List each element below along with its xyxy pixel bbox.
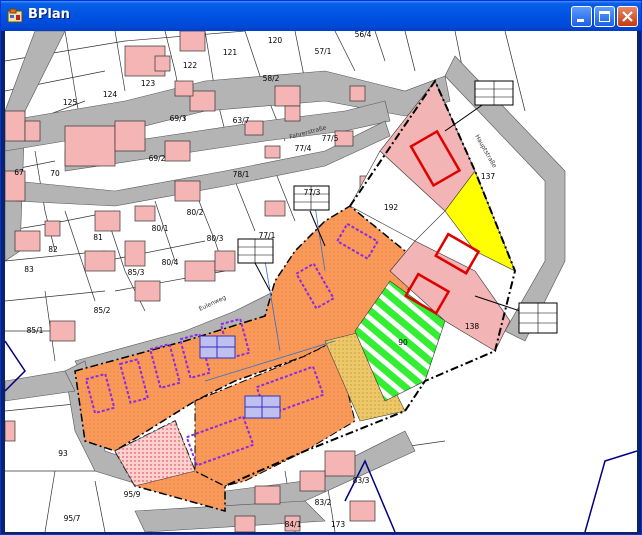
parcel-label: 63/7 [233, 116, 250, 125]
parcel-label: 80/3 [207, 234, 224, 243]
parcel-label: 83/3 [353, 476, 370, 485]
parcel-label: 138 [465, 322, 480, 331]
parcel-label: 81 [93, 233, 103, 242]
parcel-label: 122 [183, 61, 198, 70]
parcel-label: 56/4 [355, 31, 372, 39]
bplan-app-icon [7, 8, 23, 24]
parcel-label: 77/5 [322, 134, 339, 143]
parcel-label: 85/2 [94, 306, 111, 315]
parcel-label: 93 [58, 449, 68, 458]
parcel-label: 67 [14, 168, 24, 177]
parcel-label: 85/1 [27, 326, 44, 335]
parcel-label: 70 [50, 169, 60, 178]
parcel-label: 82 [48, 245, 58, 254]
parcel-label: 77/3 [304, 188, 321, 197]
parcel-label: 84/1 [285, 520, 302, 529]
parcel-label: 120 [268, 36, 283, 45]
parcel-label: 83 [24, 265, 34, 274]
parcel-label: 83/2 [315, 498, 332, 507]
parcel-label: 57/1 [315, 47, 332, 56]
parcel-label: 69/3 [170, 114, 187, 123]
maximize-button[interactable] [594, 6, 615, 27]
parcel-label: 80/1 [152, 224, 169, 233]
minimize-button[interactable] [571, 6, 592, 27]
close-button[interactable] [617, 6, 638, 27]
parcel-label: 121 [223, 48, 238, 57]
parcel-label: 90 [398, 338, 408, 347]
parcel-label: 95/7 [64, 514, 81, 523]
parcel-label: 173 [331, 520, 346, 529]
app-window: BPlan Fahrerstraße Eulenweg Hauptstraße … [0, 0, 642, 535]
map-viewport[interactable]: Fahrerstraße Eulenweg Hauptstraße 120 12… [5, 31, 637, 532]
parcel-label: 124 [103, 90, 118, 99]
parcel-label: 77/1 [259, 231, 276, 240]
parcel-label: 137 [481, 172, 496, 181]
parcel-label: 58/2 [263, 74, 280, 83]
title-bar[interactable]: BPlan [1, 1, 641, 31]
parcel-label: 80/4 [162, 258, 179, 267]
cadastral-map[interactable]: Fahrerstraße Eulenweg Hauptstraße 120 12… [5, 31, 637, 532]
parcel-label: 77/4 [295, 144, 312, 153]
parcel-label: 192 [384, 203, 399, 212]
parcel-label: 125 [63, 98, 78, 107]
parcel-label: 123 [141, 79, 156, 88]
parcel-label: 80/2 [187, 208, 204, 217]
window-title: BPlan [28, 7, 70, 22]
parcel-label: 69/2 [149, 154, 166, 163]
parcel-label: 95/9 [124, 490, 141, 499]
parcel-label: 85/3 [128, 268, 145, 277]
parcel-label: 78/1 [233, 170, 250, 179]
